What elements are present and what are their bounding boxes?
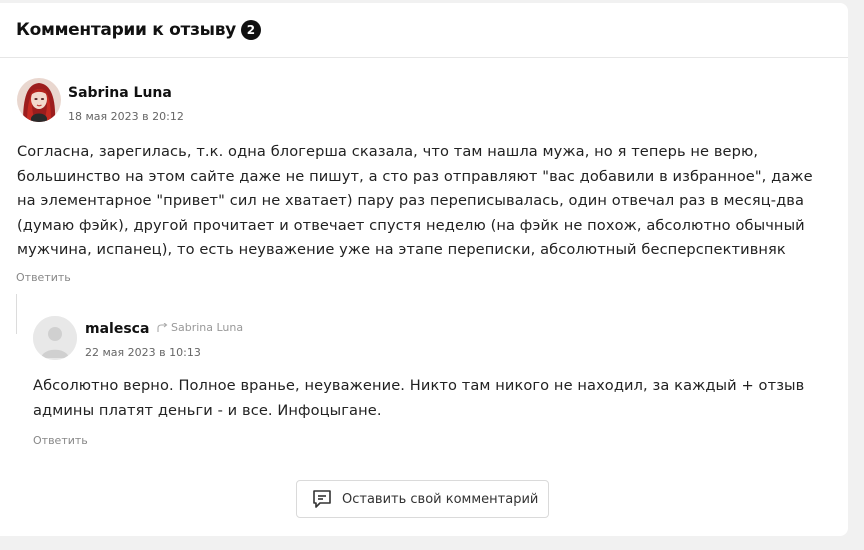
- reply-arrow-icon: [157, 322, 168, 332]
- thread-line: [16, 294, 17, 334]
- comments-header: Комментарии к отзыву 2: [0, 3, 848, 58]
- reply-date: 22 мая 2023 в 10:13: [85, 346, 201, 359]
- reply-to-name: Sabrina Luna: [171, 321, 244, 334]
- reply-text: Абсолютно верно. Полное вранье, неуважен…: [33, 377, 805, 419]
- reply-button[interactable]: Ответить: [33, 434, 88, 447]
- avatar-placeholder[interactable]: [33, 316, 77, 360]
- comment-icon: [311, 488, 333, 510]
- reply-button[interactable]: Ответить: [16, 271, 71, 284]
- user-placeholder-icon: [33, 316, 77, 360]
- leave-comment-button[interactable]: Оставить свой комментарий: [296, 480, 549, 518]
- comment-date: 18 мая 2023 в 20:12: [68, 110, 184, 123]
- leave-comment-label: Оставить свой комментарий: [342, 491, 539, 507]
- comment-author[interactable]: Sabrina Luna: [68, 85, 172, 101]
- comment-count-badge: 2: [240, 20, 261, 40]
- comment-text: Согласна, зарегилась, т.к. одна блогерша…: [17, 143, 813, 258]
- comments-title: Комментарии к отзыву: [16, 20, 236, 40]
- avatar-image: [17, 78, 61, 122]
- reply-author[interactable]: malesca: [85, 321, 149, 337]
- comments-card: Комментарии к отзыву 2: [0, 3, 848, 536]
- reply-to-indicator[interactable]: Sabrina Luna: [157, 321, 243, 334]
- avatar[interactable]: [17, 78, 61, 122]
